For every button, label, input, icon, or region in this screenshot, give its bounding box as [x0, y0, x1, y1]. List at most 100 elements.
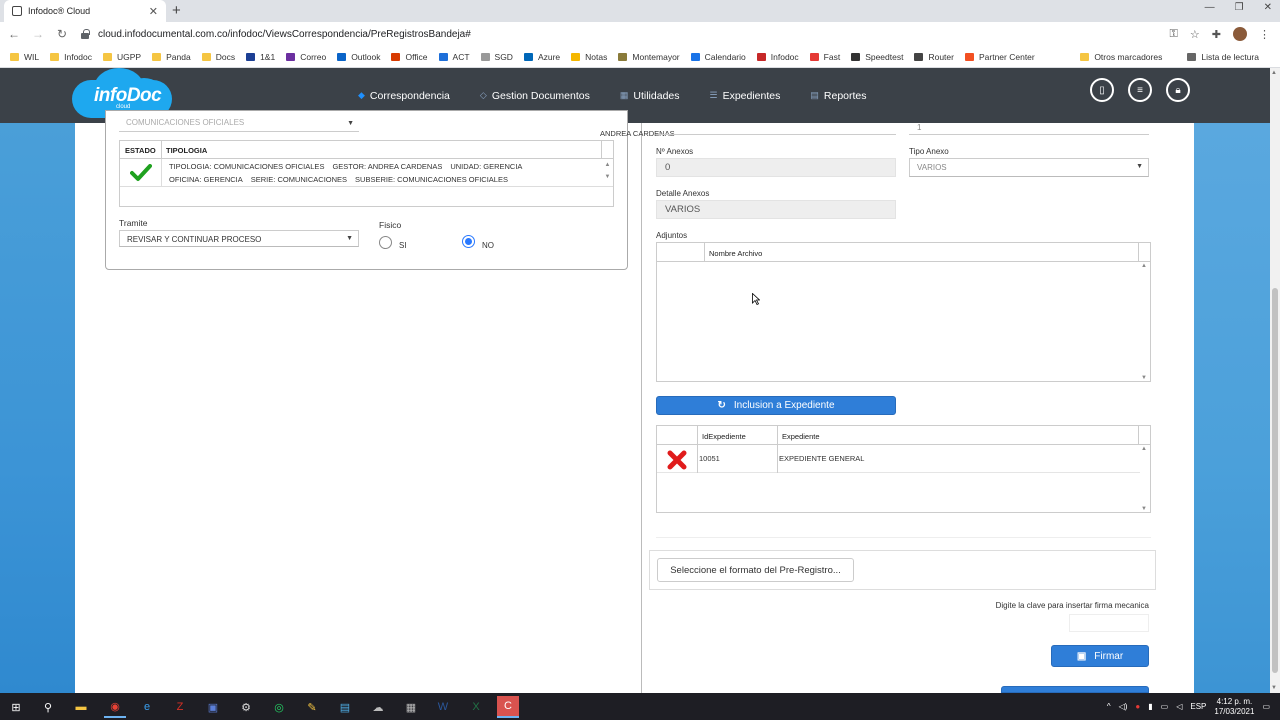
minimize-icon[interactable]: —: [1205, 2, 1215, 13]
menu-icon[interactable]: ⋮: [1259, 28, 1270, 41]
app-c-icon[interactable]: C: [497, 696, 519, 718]
scroll-up-icon[interactable]: ▲: [1271, 70, 1277, 76]
lock-logout-icon[interactable]: 🔒︎: [1166, 78, 1190, 102]
bookmark-item[interactable]: WIL: [10, 52, 39, 62]
bookmark-item[interactable]: UGPP: [103, 52, 141, 62]
bookmark-item[interactable]: Fast: [809, 52, 840, 62]
fisico-si-radio[interactable]: [379, 236, 392, 249]
network-app-icon[interactable]: ☁: [367, 696, 389, 718]
document-icon[interactable]: ▯: [1090, 78, 1114, 102]
language-indicator[interactable]: ESP: [1190, 702, 1206, 711]
bookmark-item[interactable]: SGD: [480, 52, 513, 62]
bookmark-item[interactable]: Montemayor: [618, 52, 680, 62]
bookmark-item[interactable]: Docs: [201, 52, 235, 62]
inclusion-expediente-button[interactable]: ↻ Inclusion a Expediente: [656, 396, 896, 415]
close-window-icon[interactable]: ✕: [1264, 2, 1272, 13]
profile-avatar[interactable]: [1233, 27, 1247, 41]
tab-close-icon[interactable]: ✕: [149, 5, 158, 18]
expediente-grid-header: IdExpediente Expediente: [657, 426, 1150, 445]
browser-tabstrip: Infodoc® Cloud ✕ + — ❐ ✕: [0, 0, 1280, 22]
firmar-button[interactable]: ▣ Firmar: [1051, 645, 1149, 667]
anexos-input[interactable]: 0: [656, 158, 896, 177]
new-tab-icon[interactable]: +: [172, 2, 181, 19]
nav-expedientes[interactable]: ☰ Expedientes: [710, 90, 781, 102]
bookmark-item[interactable]: Notas: [571, 52, 607, 62]
formato-file-button[interactable]: Seleccione el formato del Pre-Registro..…: [657, 558, 854, 582]
word-icon[interactable]: W: [432, 696, 454, 718]
clave-input[interactable]: [1069, 614, 1149, 632]
scroll-thumb[interactable]: [1272, 288, 1278, 673]
whatsapp-icon[interactable]: ◎: [268, 696, 290, 718]
file-explorer-icon[interactable]: ▬: [70, 696, 92, 718]
bookmark-item[interactable]: Office: [391, 52, 428, 62]
tipologia-select[interactable]: COMUNICACIONES OFICIALES ▼: [119, 118, 359, 132]
back-icon[interactable]: ←: [4, 27, 24, 41]
notes-icon[interactable]: ✎: [301, 696, 323, 718]
nav-reportes[interactable]: ▤ Reportes: [810, 90, 866, 102]
anexos-label: Nº Anexos: [656, 147, 694, 156]
notification-icon[interactable]: ▭: [1262, 702, 1270, 711]
bookmark-item[interactable]: Infodoc: [50, 52, 92, 62]
app-icon[interactable]: ⚙: [235, 696, 257, 718]
chevron-up-icon[interactable]: ^: [1107, 702, 1111, 711]
adjuntos-scrollbar[interactable]: ▲ ▼: [1139, 263, 1149, 381]
mic-icon[interactable]: ●: [1135, 702, 1140, 711]
tipo-anexo-select[interactable]: VARIOS ▼: [909, 158, 1149, 177]
other-bookmarks[interactable]: Otros marcadores: [1080, 52, 1162, 62]
extensions-icon[interactable]: ✚: [1212, 28, 1221, 41]
bookmark-item[interactable]: Calendario: [690, 52, 746, 62]
bookmark-item[interactable]: Correo: [286, 52, 326, 62]
bookmark-item[interactable]: Partner Center: [964, 52, 1035, 62]
stack-icon[interactable]: ≡: [1128, 78, 1152, 102]
chrome-icon[interactable]: ◉: [104, 696, 126, 718]
network-icon[interactable]: ▭: [1161, 702, 1169, 711]
search-icon[interactable]: ⚲: [37, 696, 59, 718]
reading-list[interactable]: Lista de lectura: [1187, 52, 1259, 62]
speaker-icon[interactable]: ◁: [1176, 702, 1182, 711]
bookmark-item[interactable]: 1&1: [246, 52, 275, 62]
microphone-icon[interactable]: ▮: [1148, 702, 1152, 711]
calculator-icon[interactable]: ▦: [400, 696, 422, 718]
browser-tab[interactable]: Infodoc® Cloud ✕: [4, 0, 166, 22]
table-scrollbar[interactable]: ▲ ▼: [603, 159, 612, 187]
scroll-down-icon[interactable]: ▼: [1271, 685, 1277, 691]
faded-input-right[interactable]: 1: [909, 123, 1149, 135]
edge-icon[interactable]: e: [136, 696, 158, 718]
bookmark-item[interactable]: Router: [914, 52, 954, 62]
table-row[interactable]: 10051 EXPEDIENTE GENERAL: [657, 445, 1140, 473]
nav-gestion-documentos[interactable]: ◇ Gestion Documentos: [480, 90, 590, 102]
bookmark-item[interactable]: Outlook: [337, 52, 380, 62]
bookmark-item[interactable]: Panda: [152, 52, 191, 62]
key-icon[interactable]: ⚿: [1170, 28, 1178, 41]
tramite-label: Tramite: [119, 218, 148, 228]
partial-button[interactable]: [1001, 686, 1149, 693]
window-controls: — ❐ ✕: [1205, 2, 1272, 13]
page-scrollbar[interactable]: ▲ ▼: [1270, 68, 1280, 693]
bookmark-item[interactable]: Speedtest: [851, 52, 903, 62]
fisico-no-radio[interactable]: [462, 235, 475, 248]
volume-icon[interactable]: ◁): [1119, 702, 1128, 711]
bookmark-item[interactable]: ACT: [438, 52, 470, 62]
address-bar[interactable]: cloud.infodocumental.com.co/infodoc/View…: [80, 24, 1170, 44]
detalle-anexos-input[interactable]: VARIOS: [656, 200, 896, 219]
tramite-select[interactable]: REVISAR Y CONTINUAR PROCESO ▼: [119, 230, 359, 247]
clock[interactable]: 4:12 p. m. 17/03/2021: [1214, 697, 1254, 717]
bookmark-item[interactable]: Infodoc: [756, 52, 799, 62]
start-icon[interactable]: ⊞: [5, 696, 27, 718]
store-icon[interactable]: ▤: [334, 696, 356, 718]
forward-icon[interactable]: →: [28, 27, 48, 41]
bookmark-item[interactable]: Azure: [523, 52, 560, 62]
expediente-scrollbar[interactable]: ▲ ▼: [1139, 446, 1149, 512]
filezilla-icon[interactable]: Z: [169, 696, 191, 718]
delete-icon[interactable]: [667, 450, 687, 470]
reload-icon[interactable]: ↻: [52, 27, 72, 41]
lock-icon[interactable]: [80, 29, 90, 39]
remote-desktop-icon[interactable]: ▣: [202, 696, 224, 718]
star-icon[interactable]: ☆: [1190, 28, 1200, 41]
faded-input-left[interactable]: [656, 123, 896, 135]
nav-correspondencia[interactable]: ◆ Correspondencia: [358, 90, 450, 102]
nav-utilidades[interactable]: ▦ Utilidades: [620, 90, 680, 102]
table-row[interactable]: TIPOLOGIA: COMUNICACIONES OFICIALES GESTO…: [120, 159, 613, 187]
restore-icon[interactable]: ❐: [1235, 2, 1244, 13]
excel-icon[interactable]: X: [465, 696, 487, 718]
